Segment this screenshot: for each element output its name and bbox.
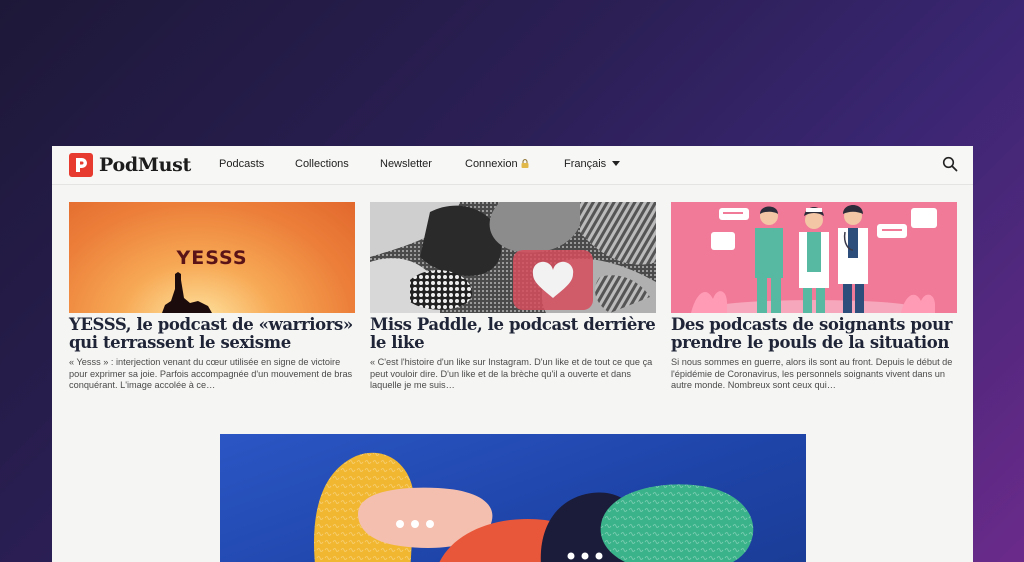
search-icon[interactable]: [942, 156, 958, 172]
nav-newsletter[interactable]: Newsletter: [380, 158, 432, 170]
lock-icon: [521, 159, 529, 168]
like-badge: [513, 250, 593, 310]
nav-login[interactable]: Connexion: [465, 158, 529, 170]
article-excerpt: « Yesss » : interjection venant du cœur …: [69, 357, 353, 390]
featured-banner-image[interactable]: [220, 434, 806, 562]
nav-collections[interactable]: Collections: [295, 158, 349, 170]
article-excerpt: « C'est l'histoire d'un like sur Instagr…: [370, 357, 653, 390]
p-logo-icon: [69, 153, 93, 177]
article-title[interactable]: Miss Paddle, le podcast derrière le like: [370, 316, 656, 352]
brand-logo[interactable]: PodMust: [69, 153, 191, 177]
language-label: Français: [564, 158, 607, 170]
chevron-down-icon: [612, 161, 621, 166]
article-card-yesss[interactable]: YESSS YESSS, le podcast de «warriors» qu…: [69, 202, 355, 392]
speech-bubbles-illustration: [314, 452, 754, 562]
browser-page: PodMust Podcasts Collections Newsletter …: [52, 146, 973, 562]
healthcare-workers-illustration: [691, 205, 937, 313]
article-excerpt: Si nous sommes en guerre, alors ils sont…: [671, 357, 953, 390]
language-selector[interactable]: Français: [564, 158, 621, 170]
article-image-miss-paddle[interactable]: [370, 202, 656, 313]
article-card-soignants[interactable]: Des podcasts de soignants pour prendre l…: [671, 202, 957, 392]
nav-podcasts[interactable]: Podcasts: [219, 158, 264, 170]
article-image-yesss[interactable]: YESSS: [69, 202, 355, 313]
top-navbar: PodMust Podcasts Collections Newsletter …: [52, 146, 973, 185]
heart-icon: [532, 261, 574, 298]
raised-fist-silhouette: [162, 272, 212, 313]
article-title[interactable]: YESSS, le podcast de «warriors» qui terr…: [69, 316, 355, 352]
brand-name: PodMust: [99, 154, 191, 176]
article-title[interactable]: Des podcasts de soignants pour prendre l…: [671, 316, 957, 352]
article-card-miss-paddle[interactable]: Miss Paddle, le podcast derrière le like…: [370, 202, 656, 392]
nav-login-label: Connexion: [465, 158, 518, 170]
article-image-soignants[interactable]: [671, 202, 957, 313]
